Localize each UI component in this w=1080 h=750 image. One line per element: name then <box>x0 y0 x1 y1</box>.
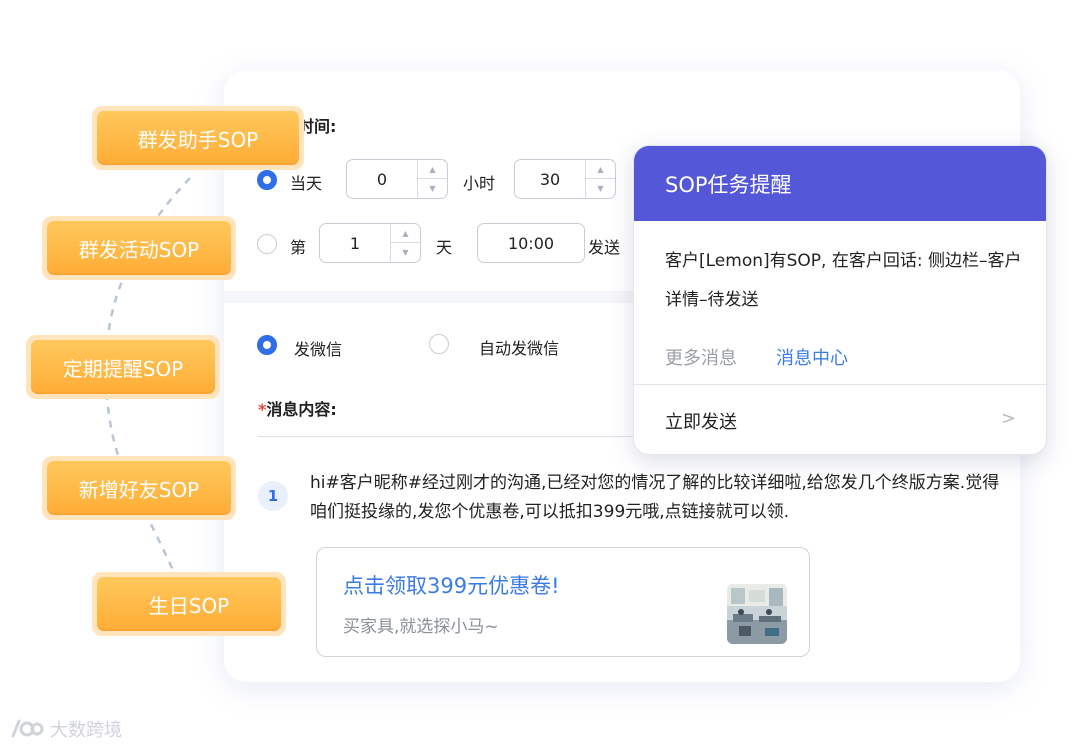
office-photo-icon <box>727 584 787 644</box>
watermark: 大数跨境 <box>10 716 122 742</box>
sop-tag-label: 新增好友SOP <box>47 461 231 515</box>
hours-stepper[interactable]: 0 ▲ ▼ <box>346 159 448 199</box>
sop-tag-label: 生日SOP <box>97 577 281 631</box>
sop-tag-label: 定期提醒SOP <box>31 340 215 394</box>
chevron-right-icon[interactable]: > <box>1001 408 1016 429</box>
brand-logo-icon <box>11 719 44 738</box>
more-messages-link[interactable]: 更多消息 <box>665 344 737 370</box>
sop-reminder-popup: SOP任务提醒 客户[Lemon]有SOP, 在客户回话: 侧边栏–客户详情–待… <box>633 145 1047 455</box>
sop-tag-group-activity[interactable]: 群发活动SOP <box>42 216 236 280</box>
day-unit-label: 天 <box>436 238 453 257</box>
popup-body-text: 客户[Lemon]有SOP, 在客户回话: 侧边栏–客户详情–待发送 <box>665 251 1022 310</box>
minutes-value: 30 <box>539 169 561 189</box>
popup-divider <box>634 384 1046 385</box>
send-now-button[interactable]: 立即发送 <box>665 408 737 434</box>
increment-icon[interactable]: ▲ <box>586 160 615 179</box>
sop-tag-birthday[interactable]: 生日SOP <box>92 572 286 636</box>
sop-tag-label: 群发助手SOP <box>97 111 299 165</box>
popup-title: SOP任务提醒 <box>634 146 1046 221</box>
coupon-thumbnail-image <box>727 584 787 644</box>
sop-tag-label: 群发活动SOP <box>47 221 231 275</box>
day-stepper[interactable]: 1 ▲ ▼ <box>319 223 421 263</box>
message-divider <box>258 436 638 437</box>
decrement-icon[interactable]: ▼ <box>586 179 615 198</box>
coupon-link-card[interactable]: 点击领取399元优惠卷! 买家具,就选探小马~ <box>316 547 810 657</box>
increment-icon[interactable]: ▲ <box>391 224 420 243</box>
hours-value: 0 <box>376 169 388 189</box>
send-suffix-label: 发送 <box>588 238 621 257</box>
hours-unit-label: 小时 <box>463 174 496 193</box>
decrement-icon[interactable]: ▼ <box>418 179 447 198</box>
message-text[interactable]: hi#客户昵称#经过刚才的沟通,已经对您的情况了解的比较详细啦,给您发几个终版方… <box>310 469 1000 527</box>
coupon-subtitle: 买家具,就选探小马~ <box>343 617 499 637</box>
option-wechat-label: 发微信 <box>294 340 343 359</box>
time-input[interactable]: 10:00 <box>477 223 585 263</box>
decrement-icon[interactable]: ▼ <box>391 243 420 262</box>
radio-auto-wechat[interactable] <box>429 334 449 354</box>
day-value: 1 <box>349 233 361 253</box>
minutes-stepper[interactable]: 30 ▲ ▼ <box>514 159 616 199</box>
watermark-text: 大数跨境 <box>50 720 122 741</box>
coupon-title: 点击领取399元优惠卷! <box>343 574 560 598</box>
message-center-link[interactable]: 消息中心 <box>776 344 848 370</box>
increment-icon[interactable]: ▲ <box>418 160 447 179</box>
sop-tag-group-assistant[interactable]: 群发助手SOP <box>92 106 304 170</box>
sop-tag-new-friend[interactable]: 新增好友SOP <box>42 456 236 520</box>
option-auto-wechat-label: 自动发微信 <box>479 339 560 358</box>
sop-tag-periodic-reminder[interactable]: 定期提醒SOP <box>26 335 220 399</box>
